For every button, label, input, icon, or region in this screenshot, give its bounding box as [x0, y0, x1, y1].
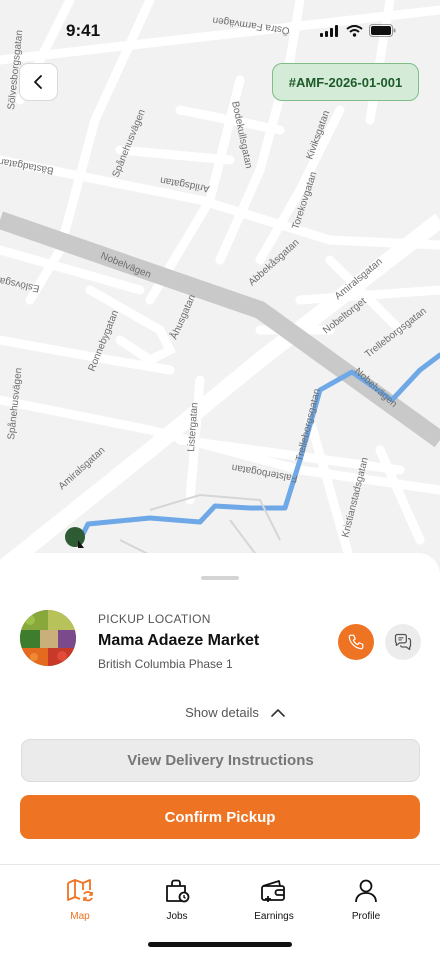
street-label: Ronnebygatan [87, 309, 122, 373]
street-label: Amiralsgatan [57, 445, 108, 492]
chevron-up-icon [271, 709, 285, 717]
pickup-location-label: PICKUP LOCATION [98, 612, 211, 626]
tab-jobs-label: Jobs [166, 911, 188, 922]
wifi-icon [346, 24, 363, 37]
street-label: Nobelvägen [352, 366, 399, 410]
chevron-left-icon [33, 75, 42, 89]
chat-icon [394, 633, 412, 651]
order-id-badge: #AMF-2026-01-001 [272, 63, 419, 101]
status-icons [320, 24, 396, 37]
street-label: Trelleborgsgatan [294, 388, 323, 463]
pickup-address: British Columbia Phase 1 [98, 657, 233, 671]
confirm-pickup-button[interactable]: Confirm Pickup [20, 795, 420, 839]
phone-icon [348, 634, 364, 650]
tab-profile[interactable]: Profile [326, 877, 406, 922]
signal-icon [320, 24, 338, 37]
street-label: Amiralsgatan [333, 256, 385, 302]
street-label: Torekovgatan [290, 170, 319, 231]
street-label: Arildsgatan [159, 174, 210, 194]
street-label: Falsterbogatan [231, 461, 299, 483]
street-label: Bodekullsgatan [229, 100, 254, 169]
user-icon [355, 879, 377, 903]
home-indicator [148, 942, 292, 947]
show-details-toggle[interactable]: Show details [0, 705, 440, 720]
status-bar: 9:41 [0, 0, 440, 60]
sheet-drag-handle[interactable] [201, 576, 239, 580]
tab-profile-label: Profile [351, 911, 381, 922]
view-delivery-instructions-button[interactable]: View Delivery Instructions [21, 739, 420, 782]
market-avatar [20, 610, 76, 666]
street-label: Abbekåsgatan [246, 237, 302, 289]
tab-earnings[interactable]: Earnings [234, 877, 314, 922]
battery-icon [369, 24, 396, 37]
street-label: Åhusgatan [167, 292, 198, 341]
street-label: Spånehusvägen [5, 367, 24, 440]
street-label: Spånehusvägen [110, 108, 148, 180]
tab-earnings-label: Earnings [254, 911, 294, 922]
map-icon [67, 879, 93, 902]
street-label: Eslövsgatan [0, 272, 41, 294]
street-label: Trelleborgsgatan [363, 306, 429, 361]
street-label: Listergatan [186, 402, 200, 452]
street-label: Bästadgatan [0, 155, 55, 176]
wallet-icon [261, 880, 285, 902]
status-time: 9:41 [66, 21, 101, 40]
street-label: Nobeltorget [321, 296, 369, 337]
street-label: Kristianstadsgatan [340, 456, 371, 538]
back-button[interactable] [19, 63, 58, 101]
chat-button[interactable] [385, 624, 421, 660]
jobs-bag-icon [166, 879, 190, 903]
street-label: Kiviksgatan [304, 109, 332, 161]
pickup-name: Mama Adaeze Market [98, 632, 260, 649]
tab-map[interactable]: Map [40, 877, 120, 922]
street-label: Nobelvägen [99, 251, 153, 281]
tab-map-label: Map [70, 911, 90, 922]
show-details-label: Show details [185, 705, 259, 720]
call-button[interactable] [338, 624, 374, 660]
produce-image [20, 610, 76, 666]
tab-jobs[interactable]: Jobs [137, 877, 217, 922]
